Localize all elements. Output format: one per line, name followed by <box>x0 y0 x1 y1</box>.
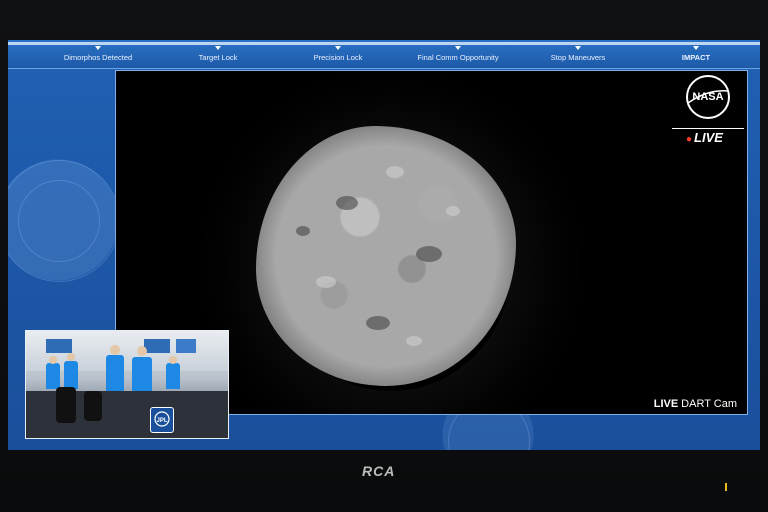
mission-progress-bar: Dimorphos Detected Target Lock Precision… <box>8 40 760 69</box>
team-member-head <box>110 345 120 355</box>
boulder <box>386 166 404 178</box>
chair <box>56 387 76 423</box>
boulder <box>296 226 310 236</box>
boulder <box>336 196 358 210</box>
camera-name: DART Cam <box>681 398 737 410</box>
boulder <box>366 316 390 330</box>
stage-label: Stop Maneuvers <box>550 53 606 62</box>
wall-screen <box>144 339 170 353</box>
stage-marker-icon <box>215 46 221 50</box>
stage-marker-icon <box>335 46 341 50</box>
boulder <box>446 206 460 216</box>
team-member-head <box>137 346 147 356</box>
jpl-badge-icon: JPL <box>150 407 174 433</box>
stage-label: Target Lock <box>198 53 238 62</box>
progress-track <box>8 42 760 45</box>
asteroid-dimorphos <box>256 126 516 396</box>
wall-screen <box>46 339 72 353</box>
stage-marker-icon <box>95 46 101 50</box>
stage-label: Precision Lock <box>313 53 363 62</box>
live-divider <box>672 128 744 129</box>
stage-label: Final Comm Opportunity <box>417 53 499 62</box>
stage-marker-icon <box>693 46 699 50</box>
team-member <box>46 363 60 389</box>
stage-marker-icon <box>575 46 581 50</box>
team-member-head <box>169 356 177 364</box>
camera-live-label: LIVE <box>653 398 679 410</box>
boulder <box>416 246 442 262</box>
stage-target-lock: Target Lock <box>158 46 278 68</box>
live-dot-icon: ● <box>686 134 693 145</box>
stage-marker-icon <box>455 46 461 50</box>
chair <box>84 391 102 421</box>
boulder <box>316 276 336 288</box>
team-member-head <box>67 353 75 361</box>
monitor-brand-logo: RCA <box>362 463 396 479</box>
stage-label: IMPACT <box>681 53 711 62</box>
camera-label: LIVE DART Cam <box>654 398 737 410</box>
team-member <box>166 363 180 389</box>
mission-control-inset: JPL <box>25 330 229 439</box>
stage-impact: IMPACT <box>636 46 756 68</box>
team-member <box>132 357 152 395</box>
broadcast-screen: Dimorphos Detected Target Lock Precision… <box>8 40 760 450</box>
stage-dimorphos-detected: Dimorphos Detected <box>38 46 158 68</box>
stage-stop-maneuvers: Stop Maneuvers <box>518 46 638 68</box>
live-indicator: ● LIVE <box>686 130 723 145</box>
svg-text:JPL: JPL <box>156 418 167 424</box>
team-member-head <box>49 356 57 364</box>
stage-final-comm-opportunity: Final Comm Opportunity <box>398 46 518 68</box>
team-member <box>64 361 78 389</box>
boulder <box>406 336 422 346</box>
wall-screen <box>176 339 196 353</box>
asteroid-surface <box>256 126 516 386</box>
power-led <box>725 483 727 491</box>
stage-precision-lock: Precision Lock <box>278 46 398 68</box>
stage-label: Dimorphos Detected <box>63 53 133 62</box>
nasa-logo-icon: NASA <box>686 75 730 119</box>
svg-text:NASA: NASA <box>692 91 723 103</box>
team-member <box>106 355 124 395</box>
live-label: LIVE <box>694 130 723 145</box>
